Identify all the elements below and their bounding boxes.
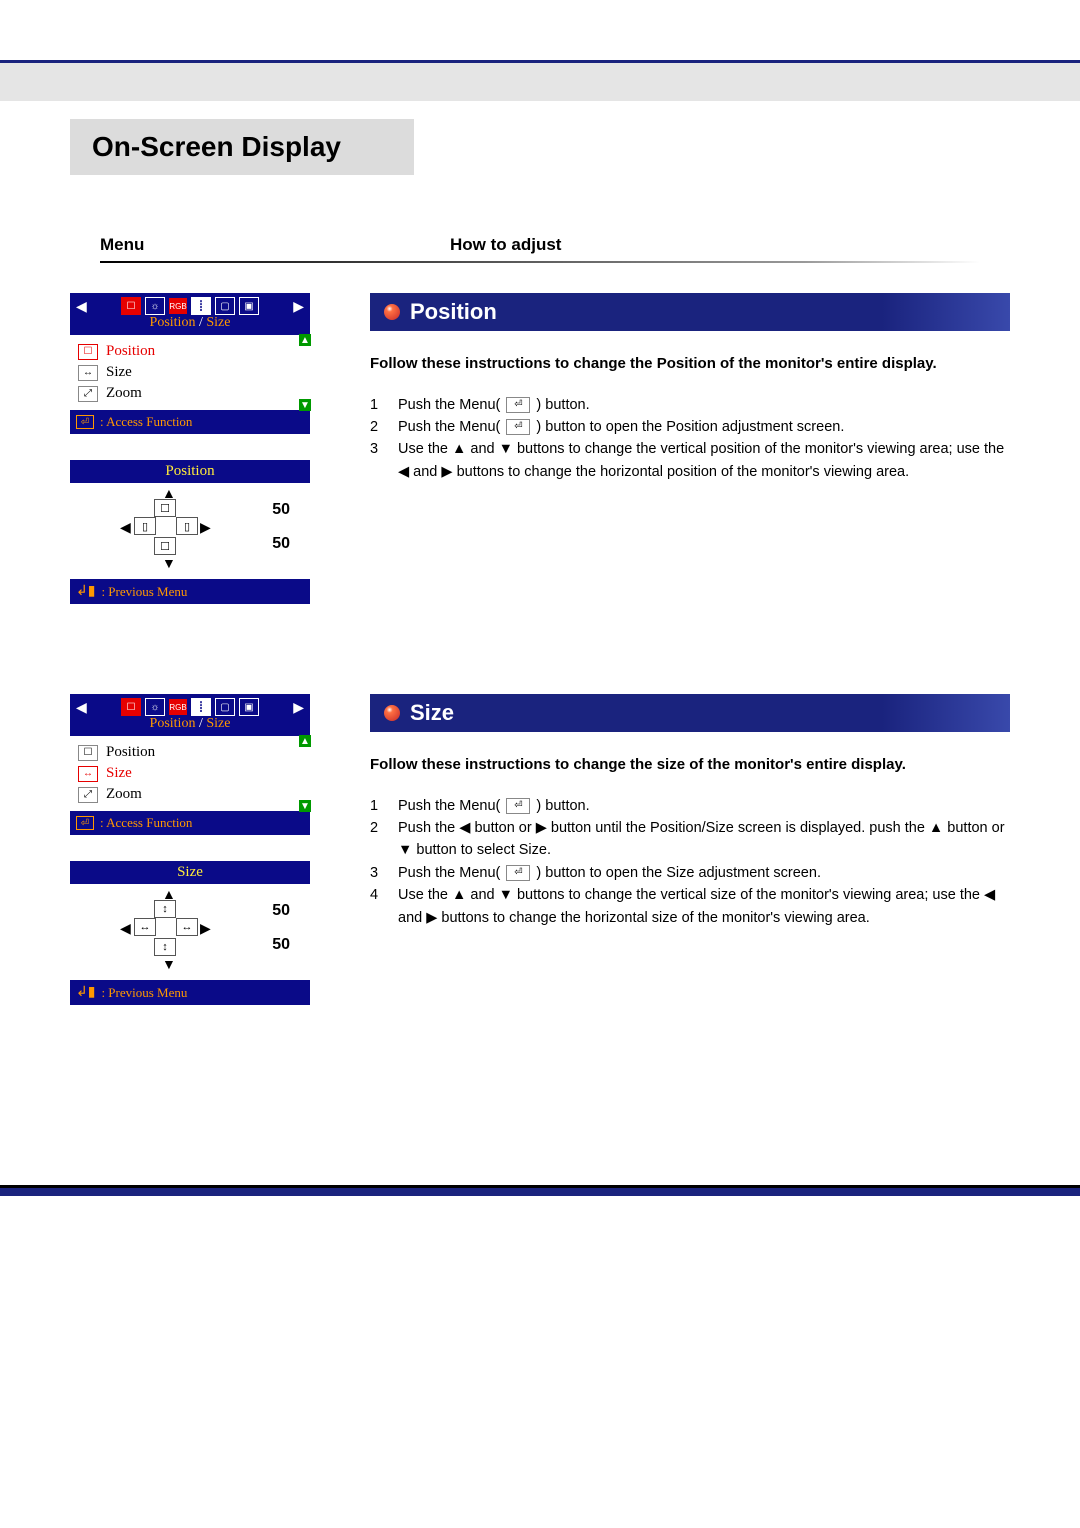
arrow-left-icon: ◀ (120, 519, 131, 536)
osd-tab-pip-icon: ▣ (239, 297, 259, 315)
osd-menu-size: ◀ ☐ ☼ RGB ┋ ▢ ▣ ▶ Position / Size ▲ ☐ Po… (70, 694, 310, 835)
hpos-left-icon: ▯ (134, 517, 156, 535)
osd-footer-prev: : Previous Menu (101, 584, 187, 600)
scroll-up-icon: ▲ (299, 334, 311, 346)
position-intro: Follow these instructions to change the … (370, 353, 1010, 376)
arrow-down-icon: ▼ (162, 555, 176, 571)
nav-left-icon: ◀ (76, 699, 87, 716)
osd-menu-title: Position / Size (70, 716, 310, 736)
osd-tab-screen-icon: ┋ (191, 698, 211, 716)
nav-left-icon: ◀ (76, 298, 87, 315)
section-title-size: Size (410, 700, 454, 726)
osd-item-position: ☐ Position (78, 341, 302, 362)
hsize-right-icon: ↔ (176, 918, 198, 936)
bullet-icon (384, 304, 400, 320)
page-title: On-Screen Display (92, 131, 392, 163)
osd-footer-access: : Access Function (100, 815, 192, 831)
back-icon: ↲▮ (76, 984, 95, 1001)
osd-menu-title: Position / Size (70, 315, 310, 335)
position-steps: 1Push the Menu( ⏎ ) button. 2Push the Me… (370, 394, 1010, 484)
osd-tab-screen-icon: ┋ (191, 297, 211, 315)
top-grey-bar (0, 60, 1080, 101)
vpos-icon: ☐ (154, 499, 176, 517)
osd-item-size: ↔ Size (78, 362, 302, 383)
menu-button-icon: ⏎ (506, 865, 530, 881)
scroll-up-icon: ▲ (299, 735, 311, 747)
arrow-right-icon: ▶ (200, 519, 211, 536)
osd-tab-input-icon: ▢ (215, 698, 235, 716)
osd-tab-position-icon: ☐ (121, 297, 141, 315)
scroll-down-icon: ▼ (299, 399, 311, 411)
adjust-value-2: 50 (272, 936, 290, 954)
arrow-right-icon: ▶ (200, 920, 211, 937)
column-header-menu: Menu (100, 235, 390, 255)
osd-tab-rgb-icon: RGB (169, 699, 187, 715)
osd-item-zoom: ⤢ Zoom (78, 784, 302, 805)
section-bar-position: Position (370, 293, 1010, 331)
osd-item-size: ↔ Size (78, 763, 302, 784)
adjust-value-1: 50 (272, 902, 290, 920)
osd-menu-position: ◀ ☐ ☼ RGB ┋ ▢ ▣ ▶ Position / Size ▲ ☐ Po… (70, 293, 310, 434)
osd-adjust-position: Position ▲ ☐ ◀ ▯ ▯ ▶ ☐ ▼ 50 50 ↲▮ : Prev… (70, 460, 310, 604)
osd-item-position: ☐ Position (78, 742, 302, 763)
adjust-value-2: 50 (272, 535, 290, 553)
menu-button-icon: ⏎ (506, 419, 530, 435)
section-bar-size: Size (370, 694, 1010, 732)
nav-right-icon: ▶ (293, 298, 304, 315)
osd-adjust-size: Size ▲ ↕ ◀ ↔ ↔ ▶ ↕ ▼ 50 50 ↲▮ : Previous… (70, 861, 310, 1005)
scroll-down-icon: ▼ (299, 800, 311, 812)
arrow-down-icon: ▼ (162, 956, 176, 972)
menu-button-icon: ⏎ (506, 798, 530, 814)
size-intro: Follow these instructions to change the … (370, 754, 1010, 777)
osd-tab-position-icon: ☐ (121, 698, 141, 716)
enter-icon: ⏎ (76, 415, 94, 429)
osd-tab-brightness-icon: ☼ (145, 698, 165, 716)
hsize-left-icon: ↔ (134, 918, 156, 936)
size-steps: 1Push the Menu( ⏎ ) button. 2Push the ◀ … (370, 795, 1010, 930)
osd-tab-input-icon: ▢ (215, 297, 235, 315)
bullet-icon (384, 705, 400, 721)
osd-item-zoom: ⤢ Zoom (78, 383, 302, 404)
osd-tab-pip-icon: ▣ (239, 698, 259, 716)
page-title-wrap: On-Screen Display (70, 119, 414, 175)
adjust-value-1: 50 (272, 501, 290, 519)
osd-tab-rgb-icon: RGB (169, 298, 187, 314)
osd-footer-access: : Access Function (100, 414, 192, 430)
header-divider (100, 261, 980, 263)
enter-icon: ⏎ (76, 816, 94, 830)
column-header-howto: How to adjust (390, 235, 980, 255)
section-title-position: Position (410, 299, 497, 325)
osd-footer-prev: : Previous Menu (101, 985, 187, 1001)
vsize-bottom-icon: ↕ (154, 938, 176, 956)
arrow-left-icon: ◀ (120, 920, 131, 937)
vsize-icon: ↕ (154, 900, 176, 918)
hpos-right-icon: ▯ (176, 517, 198, 535)
menu-button-icon: ⏎ (506, 397, 530, 413)
osd-tab-brightness-icon: ☼ (145, 297, 165, 315)
vpos-bottom-icon: ☐ (154, 537, 176, 555)
bottom-bar (0, 1185, 1080, 1196)
back-icon: ↲▮ (76, 583, 95, 600)
nav-right-icon: ▶ (293, 699, 304, 716)
